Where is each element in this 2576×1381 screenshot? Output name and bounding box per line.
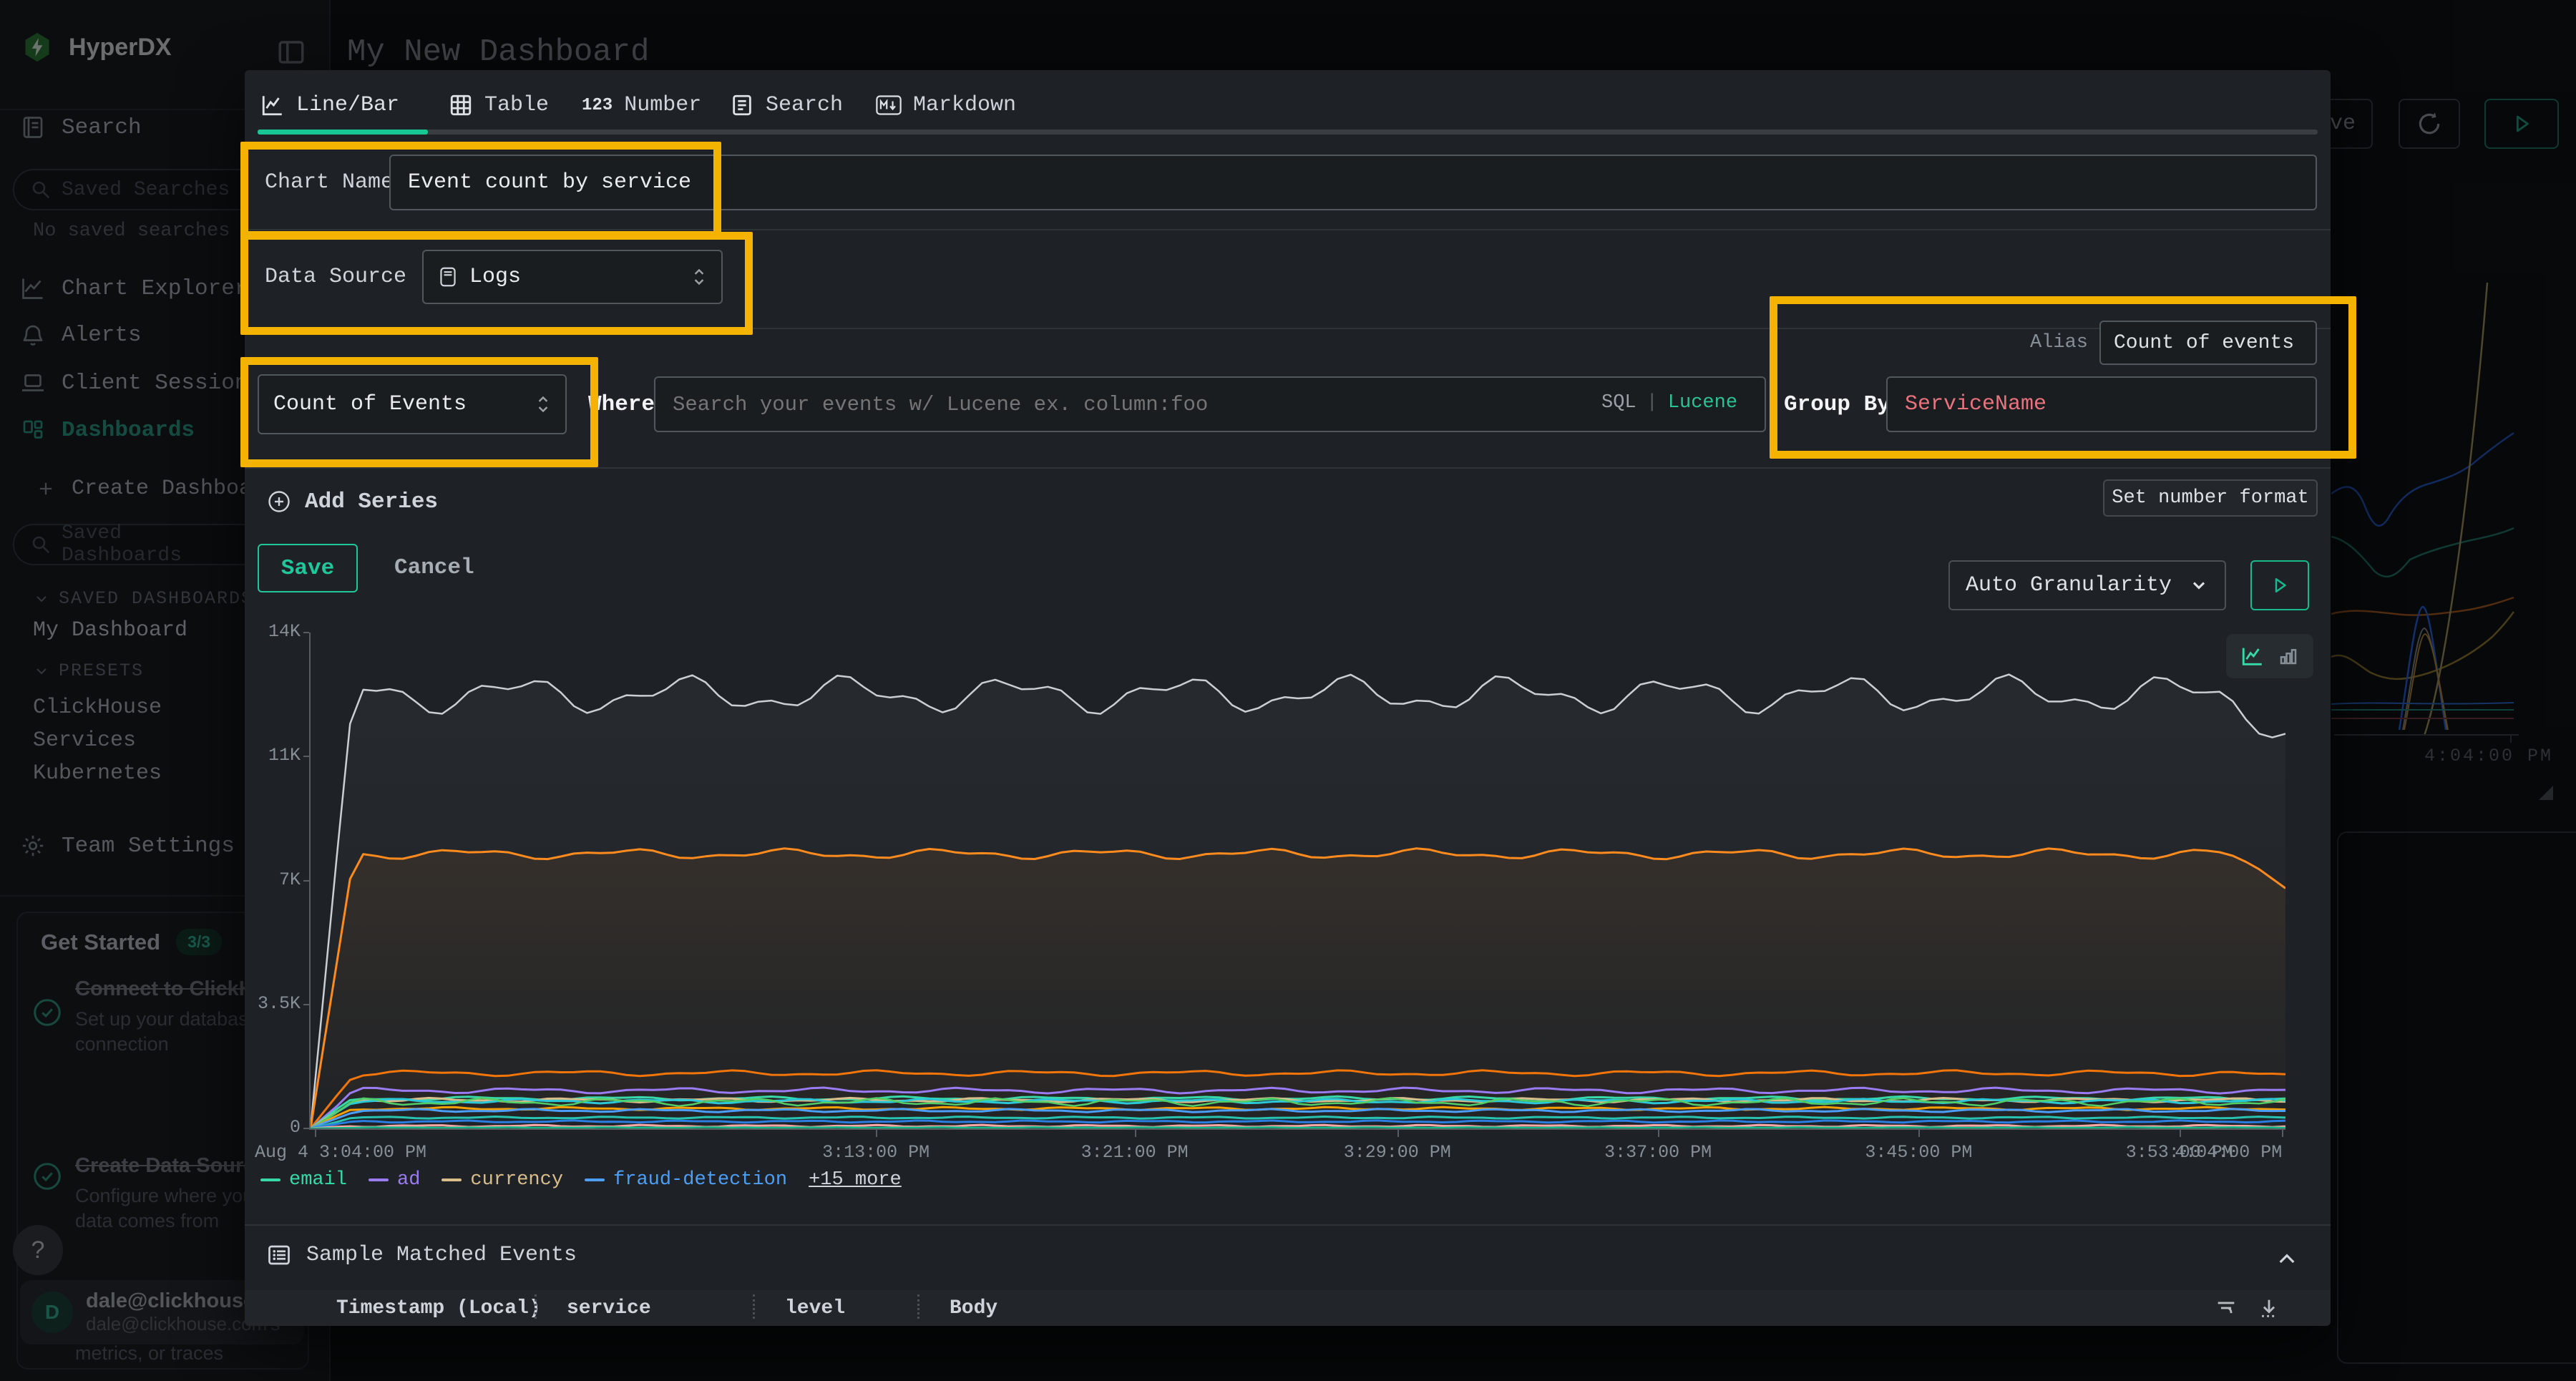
screen: HyperDX My New Dashboard Save Search Sav…	[0, 0, 2576, 1381]
column-separator[interactable]	[917, 1294, 919, 1319]
y-tick-label: 0	[250, 1117, 301, 1138]
filter-icon[interactable]	[2214, 1296, 2238, 1320]
sql-toggle[interactable]: SQL	[1601, 392, 1636, 414]
add-series-button[interactable]: Add Series	[266, 489, 438, 514]
granularity-select[interactable]: Auto Granularity	[1948, 560, 2226, 610]
annotation-aggregation	[240, 357, 598, 467]
x-tick-label: Aug 4 3:04:00 PM	[255, 1142, 426, 1163]
column-level[interactable]: level	[785, 1297, 845, 1319]
legend-item[interactable]: ad	[369, 1169, 420, 1191]
tab-line-bar[interactable]: Line/Bar	[260, 93, 399, 117]
table-icon	[449, 93, 473, 117]
divider	[245, 467, 2331, 469]
x-tick	[1658, 1130, 1659, 1137]
legend-swatch	[441, 1179, 462, 1181]
x-axis-line	[309, 1128, 2285, 1130]
legend-item[interactable]: fraud-detection	[585, 1169, 787, 1191]
number-123-icon: 123	[582, 96, 613, 115]
x-tick-label: 3:21:00 PM	[1081, 1142, 1189, 1163]
x-tick	[2282, 1130, 2283, 1137]
x-tick	[876, 1130, 877, 1137]
y-tick	[303, 632, 309, 633]
tab-markdown[interactable]: Markdown	[876, 93, 1016, 117]
where-input[interactable]	[654, 376, 1766, 432]
tab-active-indicator	[258, 130, 428, 135]
column-service[interactable]: service	[567, 1297, 651, 1319]
tab-underline-track	[258, 130, 2318, 135]
x-tick-label: 4:04:00 PM	[2175, 1142, 2282, 1163]
run-chart-button[interactable]	[2250, 560, 2309, 610]
y-tick	[303, 880, 309, 882]
play-icon	[2269, 575, 2290, 596]
cancel-button[interactable]: Cancel	[394, 555, 474, 580]
x-tick	[2180, 1130, 2181, 1137]
collapse-chevron-icon[interactable]	[2275, 1248, 2298, 1271]
x-tick-label: 3:37:00 PM	[1604, 1142, 1712, 1163]
x-tick	[1397, 1130, 1399, 1137]
column-timestamp[interactable]: Timestamp (Local)	[336, 1297, 541, 1319]
x-tick	[1135, 1130, 1136, 1137]
chart-legend: email ad currency fraud-detection +15 more	[260, 1169, 902, 1191]
y-tick-label: 3.5K	[250, 993, 301, 1014]
chevron-down-icon	[2189, 575, 2209, 595]
tab-search[interactable]: Search	[730, 93, 843, 117]
line-chart-icon	[260, 93, 285, 117]
y-tick-label: 7K	[250, 869, 301, 890]
legend-item[interactable]: email	[260, 1169, 347, 1191]
main-chart[interactable]	[311, 633, 2285, 1128]
y-tick-label: 11K	[250, 745, 301, 766]
column-separator[interactable]	[535, 1294, 537, 1319]
legend-more-link[interactable]: +15 more	[809, 1169, 902, 1191]
annotation-data-source	[240, 232, 753, 335]
column-separator[interactable]	[753, 1294, 755, 1319]
list-icon	[266, 1242, 292, 1268]
legend-label: fraud-detection	[613, 1169, 787, 1191]
x-tick	[315, 1130, 316, 1137]
markdown-icon	[876, 94, 902, 116]
set-number-format-button[interactable]: Set number format	[2103, 479, 2318, 517]
y-tick	[303, 756, 309, 757]
y-tick	[303, 1128, 309, 1129]
x-tick	[1918, 1130, 1920, 1137]
legend-item[interactable]: currency	[441, 1169, 563, 1191]
y-tick-label: 14K	[250, 621, 301, 642]
legend-label: ad	[397, 1169, 420, 1191]
legend-swatch	[369, 1179, 389, 1181]
download-icon[interactable]	[2257, 1296, 2281, 1320]
y-tick	[303, 1004, 309, 1005]
document-list-icon	[730, 93, 754, 117]
tab-table[interactable]: Table	[449, 93, 549, 117]
tab-number[interactable]: 123 Number	[582, 93, 701, 117]
sample-events-header[interactable]: Sample Matched Events	[266, 1242, 577, 1268]
x-tick-label: 3:29:00 PM	[1344, 1142, 1451, 1163]
annotation-group-by	[1770, 296, 2356, 459]
legend-label: currency	[470, 1169, 563, 1191]
query-language-toggle[interactable]: SQL | Lucene	[1601, 392, 1737, 414]
divider	[245, 1224, 2331, 1226]
x-tick-label: 3:13:00 PM	[822, 1142, 930, 1163]
lucene-toggle[interactable]: Lucene	[1668, 392, 1737, 414]
annotation-chart-name	[240, 142, 721, 239]
legend-label: email	[289, 1169, 347, 1191]
legend-swatch	[585, 1179, 605, 1181]
legend-swatch	[260, 1179, 280, 1181]
column-body[interactable]: Body	[950, 1297, 997, 1319]
save-button[interactable]: Save	[258, 544, 358, 592]
plus-circle-icon	[266, 489, 292, 514]
x-tick-label: 3:45:00 PM	[1865, 1142, 1972, 1163]
events-table-header: Timestamp (Local) service level Body	[245, 1290, 2331, 1326]
